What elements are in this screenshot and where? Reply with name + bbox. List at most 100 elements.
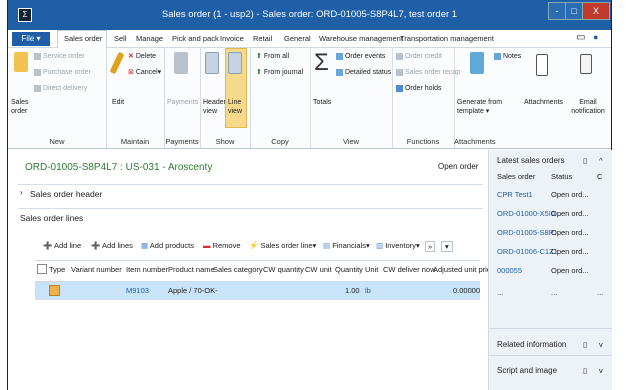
- payments-button[interactable]: Payments: [167, 98, 198, 107]
- unit-cell[interactable]: lb: [365, 286, 371, 295]
- order-credit-button[interactable]: Order credit: [396, 52, 442, 61]
- service-order-button[interactable]: Service order: [34, 52, 85, 61]
- group-payments: Payments Payments: [164, 48, 201, 148]
- direct-delivery-button[interactable]: Direct delivery: [34, 84, 87, 93]
- tab-general[interactable]: General: [284, 34, 311, 43]
- group-maintain-label: Maintain: [120, 137, 150, 146]
- add-lines-icon: ➕: [91, 241, 101, 250]
- new-sales-order-icon: [14, 52, 28, 72]
- col-cw-deliver-now[interactable]: CW deliver now: [383, 265, 436, 274]
- latest-order-link[interactable]: ORD-01005-S8P...: [497, 228, 559, 237]
- cancel-button[interactable]: ⊠ Cancel▾: [128, 68, 161, 77]
- add-line-button[interactable]: ➕ Add line: [43, 241, 81, 250]
- script-and-image-title[interactable]: Script and image: [497, 366, 557, 375]
- notes-button[interactable]: Notes: [494, 52, 521, 61]
- col-adjusted-unit-price[interactable]: Adjusted unit price: [433, 265, 495, 274]
- edit-button[interactable]: Edit: [112, 98, 124, 107]
- purchase-order-icon: [34, 68, 41, 76]
- col-item-number[interactable]: Item number: [126, 265, 168, 274]
- group-copy: ⬆ From all ⬆ From journal Copy: [250, 48, 311, 148]
- generate-from-template-button[interactable]: Generate from template ▾: [457, 98, 507, 116]
- attachments-icon: [536, 54, 548, 76]
- collapse-chevron-icon[interactable]: ^: [599, 156, 603, 165]
- order-holds-button[interactable]: Order holds: [396, 84, 442, 93]
- tab-sales-order[interactable]: Sales order: [64, 34, 102, 43]
- window-options-icon[interactable]: ▭: [576, 32, 585, 43]
- inventory-menu[interactable]: ▥ Inventory▾: [376, 241, 420, 250]
- col-quantity[interactable]: Quantity: [335, 265, 363, 274]
- latest-order-link[interactable]: CPR Test1: [497, 190, 533, 199]
- latest-order-status: Open ord...: [551, 190, 589, 199]
- col-sales-order[interactable]: Sales order: [497, 172, 535, 181]
- page-title: ORD-01005-S8P4L7 : US-031 - Aroscenty: [25, 162, 213, 173]
- expand-chevron-icon[interactable]: v: [599, 366, 603, 375]
- new-sales-order-button[interactable]: Sales order: [11, 98, 31, 116]
- col-status[interactable]: Status: [551, 172, 572, 181]
- maximize-button[interactable]: □: [565, 2, 583, 20]
- col-unit[interactable]: Unit: [365, 265, 378, 274]
- factbox-options-icon[interactable]: ▯: [583, 156, 587, 165]
- email-notification-button[interactable]: Email notification: [568, 98, 608, 116]
- col-cw-quantity[interactable]: CW quantity: [263, 265, 304, 274]
- header-view-button[interactable]: Header view: [203, 98, 226, 116]
- sales-order-recap-button[interactable]: Sales order recap: [396, 68, 460, 77]
- tab-retail[interactable]: Retail: [253, 34, 272, 43]
- latest-order-status: Open ord...: [551, 228, 589, 237]
- product-name-cell[interactable]: Apple / 70-OK-: [168, 286, 218, 295]
- group-maintain: Edit ✕ Delete ⊠ Cancel▾ Maintain: [106, 48, 165, 148]
- adjusted-unit-price-cell[interactable]: 0.00000: [453, 286, 480, 295]
- expand-chevron-icon[interactable]: v: [599, 340, 603, 349]
- detailed-status-button[interactable]: Detailed status: [336, 68, 391, 77]
- section-sales-order-header[interactable]: › Sales order header: [18, 184, 483, 203]
- sales-order-line-menu[interactable]: ⚡ Sales order line▾: [249, 241, 316, 250]
- tab-manage[interactable]: Manage: [136, 34, 163, 43]
- tab-pick-and-pack[interactable]: Pick and pack: [172, 34, 219, 43]
- from-journal-button[interactable]: ⬆ From journal: [256, 68, 303, 77]
- totals-button[interactable]: Totals: [313, 98, 331, 107]
- attachments-button[interactable]: Attachments: [524, 98, 563, 107]
- from-all-button[interactable]: ⬆ From all: [256, 52, 289, 61]
- factbox-options-icon[interactable]: ▯: [583, 340, 587, 349]
- related-information-title[interactable]: Related information: [497, 340, 566, 349]
- select-all-checkbox[interactable]: [37, 264, 47, 274]
- file-menu-button[interactable]: File ▾: [12, 32, 50, 46]
- group-functions: Order credit Sales order recap Order hol…: [392, 48, 460, 148]
- col-variant-number[interactable]: Variant number: [71, 265, 122, 274]
- item-number-cell[interactable]: M9103: [126, 286, 149, 295]
- purchase-order-button[interactable]: Purchase order: [34, 68, 91, 77]
- tab-transportation-management[interactable]: Transportation management: [400, 34, 494, 43]
- latest-order-link[interactable]: 000055: [497, 266, 522, 275]
- group-functions-label: Functions: [406, 137, 440, 146]
- help-icon[interactable]: ●: [593, 32, 598, 42]
- toolbar-dropdown-icon[interactable]: ▾: [441, 241, 453, 252]
- divider: [489, 328, 612, 329]
- col-more[interactable]: C: [597, 172, 602, 181]
- close-button[interactable]: X: [582, 2, 610, 20]
- ribbon: Sales order Service order Purchase order…: [8, 48, 611, 149]
- detailed-status-icon: [336, 68, 343, 76]
- factbox-options-icon[interactable]: ▯: [583, 366, 587, 375]
- add-lines-button[interactable]: ➕ Add lines: [91, 241, 133, 250]
- minimize-button[interactable]: -: [548, 2, 566, 20]
- quantity-cell[interactable]: 1.00: [345, 286, 360, 295]
- tab-warehouse-management[interactable]: Warehouse management: [319, 34, 403, 43]
- col-cw-unit[interactable]: CW unit: [305, 265, 332, 274]
- remove-button[interactable]: ▬ Remove: [203, 241, 241, 250]
- section-sales-order-lines[interactable]: Sales order lines: [18, 208, 483, 227]
- order-events-button[interactable]: Order events: [336, 52, 385, 61]
- more-toolbar-button[interactable]: »: [425, 241, 436, 252]
- line-view-button[interactable]: Line view: [228, 98, 244, 116]
- group-attachments: Generate from template ▾ Notes Attachmen…: [454, 48, 611, 148]
- order-credit-icon: [396, 52, 403, 60]
- application-window: Σ Sales order (1 - usp2) - Sales order: …: [7, 0, 612, 390]
- line-view-icon: [228, 52, 242, 74]
- financials-menu[interactable]: ▤ Financials▾: [323, 241, 370, 250]
- tab-sell[interactable]: Sell: [114, 34, 127, 43]
- col-type[interactable]: Type: [49, 265, 65, 274]
- delete-button[interactable]: ✕ Delete: [128, 52, 156, 61]
- table-row[interactable]: M9103 Apple / 70-OK- 1.00 lb 0.00000: [35, 282, 480, 300]
- col-product-name[interactable]: Product name: [168, 265, 215, 274]
- tab-invoice[interactable]: Invoice: [220, 34, 244, 43]
- add-products-button[interactable]: ▦ Add products: [141, 241, 194, 250]
- col-sales-category[interactable]: Sales category: [213, 265, 263, 274]
